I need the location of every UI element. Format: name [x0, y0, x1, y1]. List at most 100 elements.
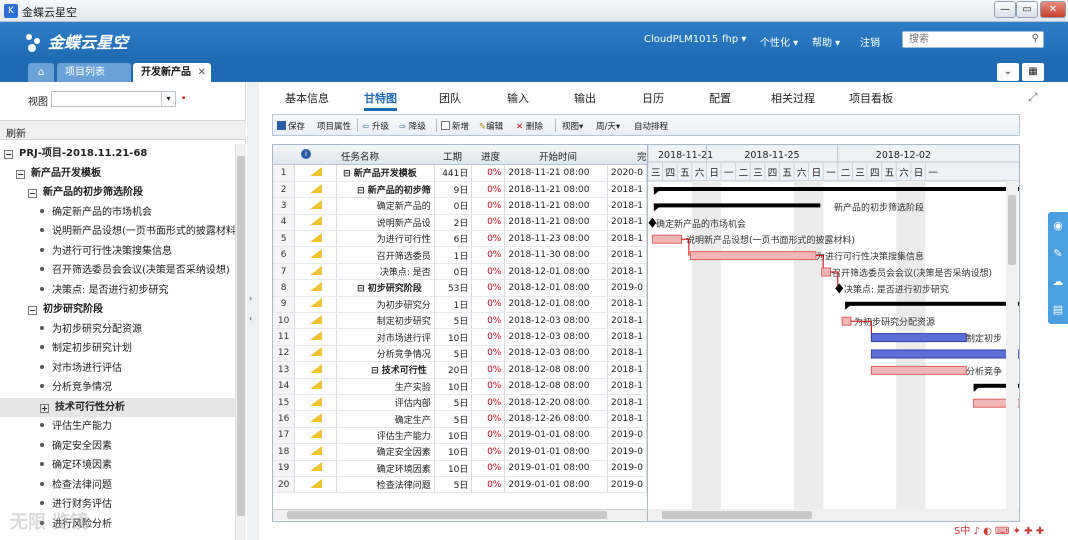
- main-tab[interactable]: 甘特图: [364, 90, 397, 111]
- view-menu-button[interactable]: 视图▾: [562, 120, 583, 132]
- table-row[interactable]: 3 确定新产品的 0日 0% 2018-11-21 08:00 2018-1: [273, 197, 647, 215]
- downgrade-button[interactable]: ⇨ 降级: [399, 120, 426, 132]
- tree-node[interactable]: 为进行可行性决策搜集信息: [0, 242, 235, 262]
- close-window-button[interactable]: ✕: [1040, 1, 1066, 18]
- table-row[interactable]: 11 对市场进行评 10日 0% 2018-12-03 08:00 2018-1: [273, 328, 647, 346]
- table-row[interactable]: 12 分析竞争情况 5日 0% 2018-12-03 08:00 2018-1: [273, 345, 647, 363]
- assistant-icon[interactable]: ◉: [1048, 212, 1068, 240]
- header-account[interactable]: CloudPLM1015: [644, 34, 718, 45]
- search-icon[interactable]: ⚲: [1032, 33, 1039, 44]
- tree-node[interactable]: − PRJ-项目-2018.11.21-68: [0, 144, 235, 164]
- main-tab[interactable]: 相关过程: [771, 90, 815, 106]
- collapse-header-button[interactable]: ⌄: [997, 63, 1019, 81]
- chevron-down-icon[interactable]: ▾: [161, 92, 175, 106]
- collapse-icon[interactable]: −: [16, 169, 25, 179]
- table-row[interactable]: 2 ⊟ 新产品的初步筛 9日 0% 2018-11-21 08:00 2018-1: [273, 181, 647, 199]
- table-row[interactable]: 4 说明新产品设 2日 0% 2018-11-21 08:00 2018-1: [273, 214, 647, 232]
- collapse-icon[interactable]: −: [4, 150, 13, 159]
- maximize-button[interactable]: ▭: [1016, 1, 1038, 18]
- tree-node[interactable]: 决策点: 是否进行初步研究: [0, 281, 235, 301]
- table-row[interactable]: 7 决策点: 是否 0日 0% 2018-12-01 08:00 2018-1: [273, 263, 647, 281]
- header-logout-link[interactable]: 注销: [860, 34, 880, 49]
- expand-icon[interactable]: ⤢: [1028, 90, 1038, 105]
- gantt-day-label: 六: [797, 167, 807, 179]
- edit-button[interactable]: ✎编辑: [479, 120, 503, 132]
- main-tab[interactable]: 日历: [642, 90, 664, 106]
- ime-toolbar[interactable]: S中 ♪ ◐ ⌨ ✦ ✚ ✚: [950, 522, 1068, 540]
- tree-node[interactable]: − 新产品开发模板: [0, 164, 235, 184]
- table-row[interactable]: 14 生产实验 10日 0% 2018-12-08 08:00 2018-1: [273, 378, 647, 395]
- tree-node[interactable]: 说明新产品设想(一页书面形式的披露材料): [0, 222, 235, 242]
- tree-node[interactable]: 分析竞争情况: [0, 378, 235, 398]
- tree-node[interactable]: 评估生产能力: [0, 417, 235, 437]
- header-help-menu[interactable]: 帮助 ▾: [812, 34, 840, 49]
- col-duration[interactable]: 工期: [443, 149, 462, 163]
- collapse-icon[interactable]: −: [28, 189, 37, 198]
- grid-menu-icon[interactable]: ▦: [1022, 63, 1044, 81]
- cloud-icon[interactable]: ☁: [1048, 268, 1068, 296]
- note-icon[interactable]: ✎: [1048, 240, 1068, 268]
- table-row[interactable]: 1 ⊟ 新产品开发模板 441日 0% 2018-11-21 08:00 2020-0: [273, 165, 647, 182]
- main-tab[interactable]: 团队: [439, 90, 461, 106]
- close-tab-icon[interactable]: ✕: [198, 63, 206, 82]
- search-input[interactable]: [903, 32, 1021, 47]
- project-props-button[interactable]: 项目属性: [317, 120, 351, 132]
- table-row[interactable]: 10 制定初步研究 5日 0% 2018-12-03 08:00 2018-1: [273, 312, 647, 330]
- col-start-time[interactable]: 开始时间: [539, 149, 577, 163]
- col-task-name[interactable]: 任务名称: [341, 149, 379, 163]
- main-tab[interactable]: 配置: [709, 90, 731, 106]
- table-row[interactable]: 9 为初步研究分 1日 0% 2018-12-01 08:00 2018-1: [273, 296, 647, 314]
- week-day-menu-button[interactable]: 周/天▾: [596, 120, 620, 132]
- tree-node[interactable]: 制定初步研究计划: [0, 339, 235, 359]
- tree-node[interactable]: + 技术可行性分析: [0, 397, 235, 417]
- col-progress[interactable]: 进度: [481, 149, 500, 163]
- table-row[interactable]: 20 检查法律问题 5日 0% 2019-01-01 08:00 2019-0: [273, 476, 647, 494]
- table-row[interactable]: 8 ⊟ 初步研究阶段 53日 0% 2018-12-01 08:00 2019-0: [273, 279, 647, 297]
- tree-node[interactable]: 检查法律问题: [0, 476, 235, 496]
- expand-node-icon[interactable]: +: [40, 403, 49, 413]
- upgrade-button[interactable]: ⇦ 升级: [362, 120, 389, 132]
- main-tab[interactable]: 输入: [507, 90, 529, 106]
- tree-node[interactable]: 确定安全因素: [0, 437, 235, 457]
- col-end-time[interactable]: 完: [637, 149, 647, 163]
- main-tab[interactable]: 项目看板: [849, 90, 893, 106]
- auto-schedule-button[interactable]: 自动排程: [634, 120, 668, 132]
- tree-node[interactable]: 对市场进行评估: [0, 359, 235, 379]
- view-select[interactable]: ▾: [51, 91, 176, 107]
- table-row[interactable]: 17 评估生产能力 10日 0% 2019-01-01 08:00 2019-0: [273, 427, 647, 445]
- gantt-day-label: 日: [914, 168, 924, 179]
- main-tab[interactable]: 基本信息: [285, 90, 329, 106]
- tree-node[interactable]: 确定新产品的市场机会: [0, 203, 235, 223]
- table-row[interactable]: 5 为进行可行性 6日 0% 2018-11-23 08:00 2018-1: [273, 230, 647, 248]
- panel-splitter[interactable]: › ‹: [247, 82, 259, 540]
- header-user-menu[interactable]: fhp ▾: [722, 34, 746, 45]
- refresh-button[interactable]: 刷新: [0, 120, 246, 140]
- tree-node-label: 制定初步研究计划: [52, 343, 132, 354]
- tab-project-list[interactable]: 项目列表: [57, 63, 131, 82]
- save-button[interactable]: 保存: [277, 120, 305, 132]
- tree-node[interactable]: 确定环境因素: [0, 456, 235, 476]
- add-button[interactable]: 新增: [441, 120, 469, 132]
- minimize-button[interactable]: —: [994, 1, 1016, 18]
- tab-home[interactable]: ⌂: [28, 63, 54, 82]
- table-row[interactable]: 13 ⊟ 技术可行性 20日 0% 2018-12-08 08:00 2018-1: [273, 361, 647, 379]
- table-row[interactable]: 16 确定生产 5日 0% 2018-12-26 08:00 2018-1: [273, 410, 647, 428]
- main-tab[interactable]: 输出: [574, 90, 596, 106]
- tree-node[interactable]: − 初步研究阶段: [0, 300, 235, 320]
- end-time-cell: 2019-0: [607, 443, 647, 461]
- table-row[interactable]: 18 确定安全因素 10日 0% 2019-01-01 08:00 2019-0: [273, 443, 647, 461]
- table-row[interactable]: 19 确定环境因素 10日 0% 2019-01-01 08:00 2019-0: [273, 460, 647, 477]
- collapse-icon[interactable]: −: [28, 306, 37, 315]
- tree-node[interactable]: 为初步研究分配资源: [0, 320, 235, 340]
- progress-cell: 0%: [471, 246, 506, 264]
- header-personalize-menu[interactable]: 个性化 ▾: [760, 34, 798, 49]
- tree-scrollbar[interactable]: [235, 144, 246, 540]
- grid-hscrollbar[interactable]: [273, 509, 647, 520]
- tree-node[interactable]: 召开筛选委员会会议(决策是否采纳设想): [0, 261, 235, 281]
- delete-button[interactable]: ✕ 删除: [516, 120, 543, 132]
- table-row[interactable]: 6 召开筛选委员 1日 0% 2018-11-30 08:00 2018-1: [273, 246, 647, 264]
- tree-node[interactable]: − 新产品的初步筛选阶段: [0, 183, 235, 203]
- list-icon[interactable]: ▤: [1048, 296, 1068, 324]
- tab-develop-new-product[interactable]: 开发新产品 ✕: [133, 63, 211, 82]
- table-row[interactable]: 15 评估内部 5日 0% 2018-12-20 08:00 2018-1: [273, 394, 647, 412]
